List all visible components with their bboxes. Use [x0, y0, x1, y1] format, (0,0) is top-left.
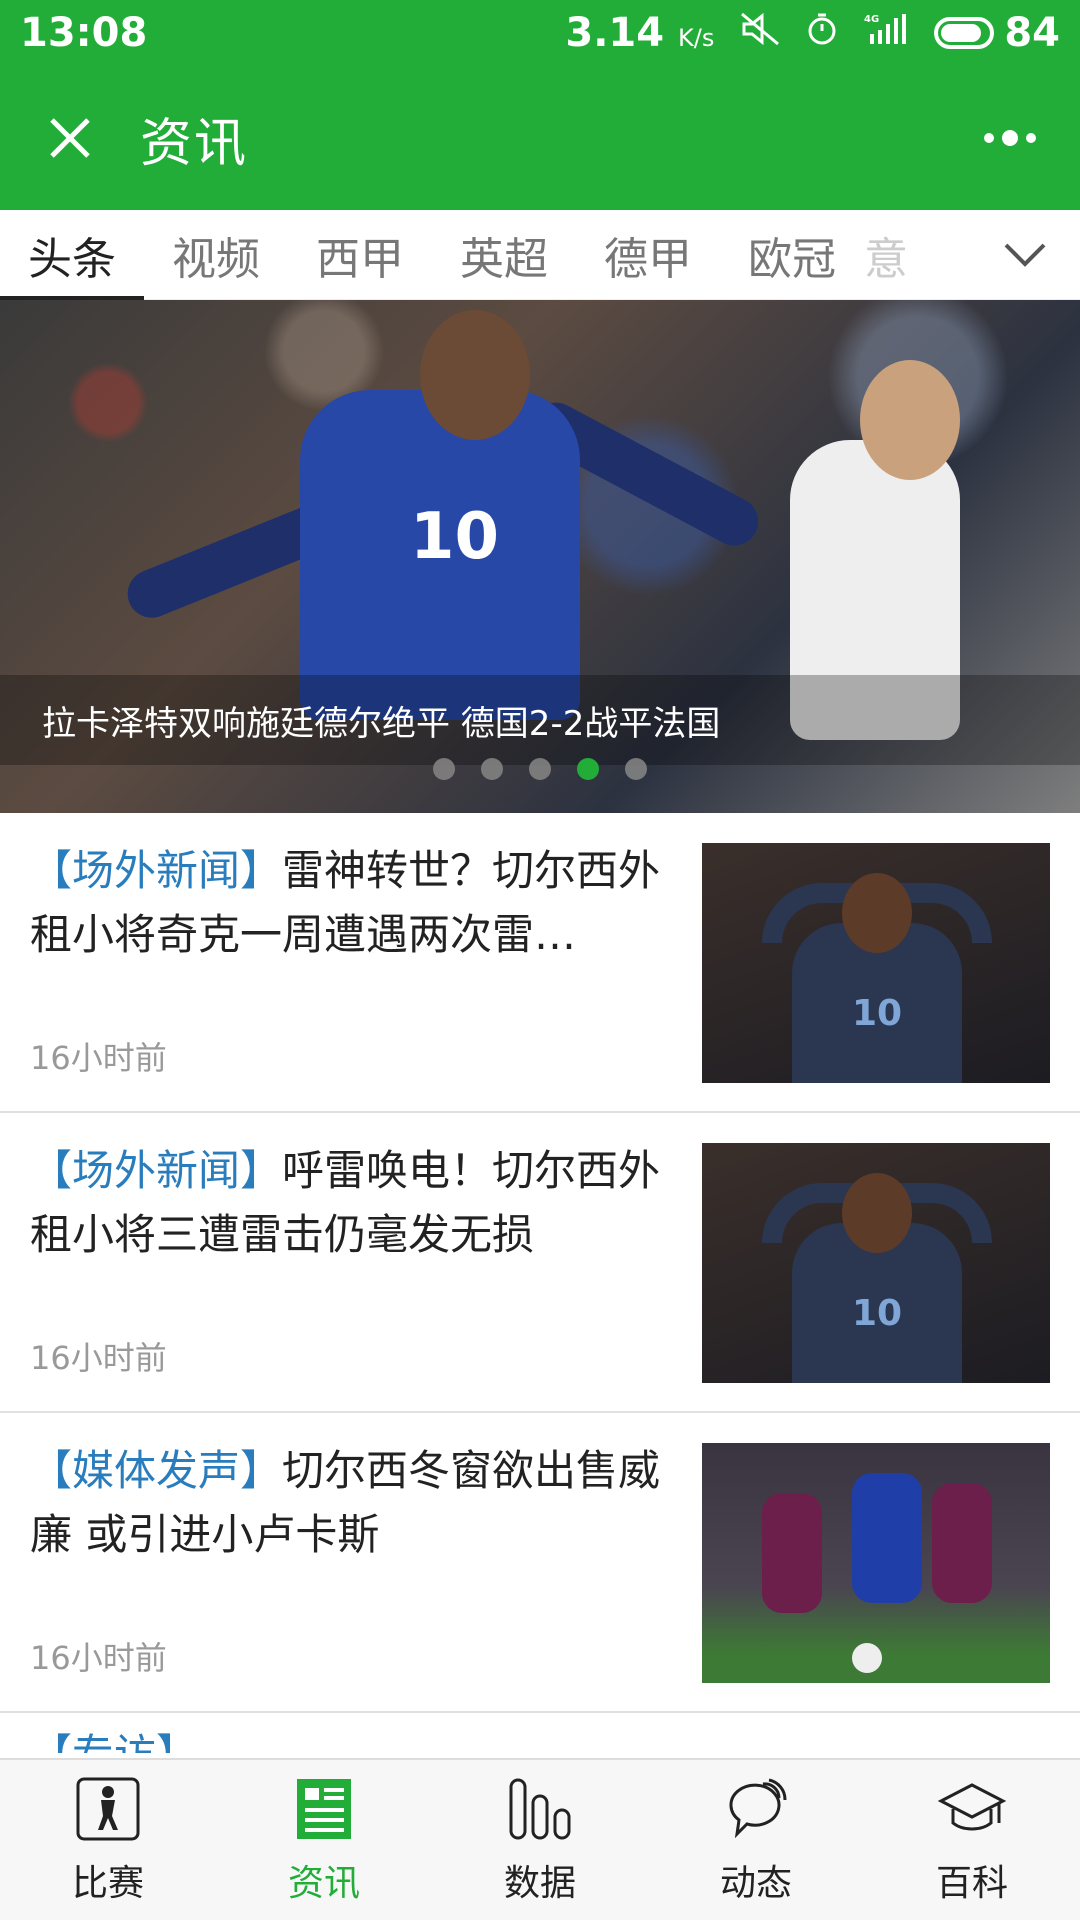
svg-text:4G: 4G — [864, 14, 879, 25]
tab-premier-league[interactable]: 英超 — [432, 210, 576, 300]
mute-icon — [740, 10, 780, 56]
news-headline: 【场外新闻】雷神转世？切尔西外租小将奇克一周遭遇两次雷… — [30, 839, 670, 967]
network-speed: 3.14 K/s — [565, 10, 714, 56]
bottom-nav: 比赛 资讯 数据 动态 百科 — [0, 1758, 1080, 1920]
news-tag: 【媒体发声】 — [30, 1446, 283, 1495]
news-item[interactable]: 【场外新闻】呼雷唤电！切尔西外租小将三遭雷击仍毫发无损 16小时前 10 — [0, 1113, 1080, 1413]
nav-label: 数据 — [503, 1863, 576, 1904]
news-tag: 【场外新闻】 — [30, 846, 283, 895]
app-header: 资讯 — [0, 66, 1080, 210]
thumbnail-player — [762, 1493, 822, 1613]
news-thumbnail: 10 — [702, 843, 1050, 1083]
banner-image-player: 10 — [300, 390, 580, 720]
signal-icon: 4G — [864, 10, 908, 56]
thumbnail-player — [852, 1473, 922, 1603]
news-item[interactable]: 【媒体发声】切尔西冬窗欲出售威廉 或引进小卢卡斯 16小时前 — [0, 1413, 1080, 1713]
nav-label: 动态 — [719, 1863, 792, 1904]
more-icon — [984, 133, 994, 143]
nav-item-matches[interactable]: 比赛 — [0, 1760, 216, 1920]
tab-bundesliga[interactable]: 德甲 — [576, 210, 720, 300]
chart-icon — [505, 1774, 575, 1844]
thumbnail-face — [842, 1173, 912, 1253]
status-bar: 13:08 3.14 K/s 4G 84 — [0, 0, 1080, 66]
nav-item-activity[interactable]: 动态 — [648, 1760, 864, 1920]
banner-indicator-active[interactable] — [577, 758, 599, 780]
battery-indicator: 84 — [934, 10, 1060, 56]
banner-indicator[interactable] — [481, 758, 503, 780]
news-tag: 【专访】 — [30, 1730, 198, 1753]
graduation-cap-icon — [937, 1774, 1007, 1844]
news-tag: 【场外新闻】 — [30, 1146, 283, 1195]
player-icon — [73, 1774, 143, 1844]
news-list: 【场外新闻】雷神转世？切尔西外租小将奇克一周遭遇两次雷… 16小时前 10 【场… — [0, 813, 1080, 1753]
banner-indicator[interactable] — [433, 758, 455, 780]
nav-label: 百科 — [935, 1863, 1008, 1904]
status-icons: 3.14 K/s 4G 84 — [565, 10, 1060, 56]
thumbnail-ball — [852, 1643, 882, 1673]
banner-indicators — [0, 758, 1080, 780]
more-icon-dot — [1002, 130, 1018, 146]
thumbnail-number: 10 — [852, 993, 903, 1034]
tab-headlines[interactable]: 头条 — [0, 210, 144, 300]
news-thumbnail: 10 — [702, 1143, 1050, 1383]
banner-image-head — [420, 310, 530, 440]
nav-label: 资讯 — [287, 1863, 360, 1904]
close-icon — [50, 118, 90, 158]
news-time: 16小时前 — [30, 1039, 167, 1077]
tab-laliga[interactable]: 西甲 — [288, 210, 432, 300]
news-thumbnail — [702, 1443, 1050, 1683]
news-time: 16小时前 — [30, 1339, 167, 1377]
banner-image-head — [860, 360, 960, 480]
more-button[interactable] — [940, 66, 1080, 210]
banner-jersey-number: 10 — [410, 500, 500, 574]
banner-caption: 拉卡泽特双响施廷德尔绝平 德国2-2战平法国 — [0, 675, 1080, 765]
thumbnail-number: 10 — [852, 1293, 903, 1334]
banner-indicator[interactable] — [529, 758, 551, 780]
network-speed-unit: K/s — [678, 24, 715, 52]
expand-tabs-button[interactable] — [970, 210, 1080, 300]
category-tabs: 头条 视频 西甲 英超 德甲 欧冠 意 — [0, 210, 1080, 300]
tab-champions-league[interactable]: 欧冠 — [720, 210, 864, 300]
news-icon — [289, 1774, 359, 1844]
alarm-icon — [806, 10, 838, 56]
news-headline: 【场外新闻】呼雷唤电！切尔西外租小将三遭雷击仍毫发无损 — [30, 1139, 670, 1267]
news-headline: 【媒体发声】切尔西冬窗欲出售威廉 或引进小卢卡斯 — [30, 1439, 670, 1567]
banner-indicator[interactable] — [625, 758, 647, 780]
tab-video[interactable]: 视频 — [144, 210, 288, 300]
battery-icon — [934, 17, 995, 49]
status-time: 13:08 — [20, 10, 148, 56]
more-icon-dot — [1026, 133, 1036, 143]
news-item[interactable]: 【场外新闻】雷神转世？切尔西外租小将奇克一周遭遇两次雷… 16小时前 10 — [0, 813, 1080, 1113]
nav-item-news[interactable]: 资讯 — [216, 1760, 432, 1920]
tab-serie-a[interactable]: 意 — [864, 210, 924, 300]
page-title: 资讯 — [140, 113, 249, 174]
thumbnail-player — [932, 1483, 992, 1603]
news-item[interactable]: 【专访】 — [0, 1713, 1080, 1753]
nav-label: 比赛 — [71, 1863, 144, 1904]
chevron-down-icon — [1004, 243, 1046, 267]
close-button[interactable] — [0, 66, 140, 210]
battery-level: 84 — [1004, 10, 1060, 56]
nav-item-wiki[interactable]: 百科 — [864, 1760, 1080, 1920]
news-time: 16小时前 — [30, 1639, 167, 1677]
nav-item-data[interactable]: 数据 — [432, 1760, 648, 1920]
chat-bubble-icon — [721, 1774, 791, 1844]
news-headline: 【专访】 — [30, 1723, 670, 1753]
network-speed-value: 3.14 — [565, 10, 665, 56]
thumbnail-face — [842, 873, 912, 953]
featured-banner[interactable]: 10 拉卡泽特双响施廷德尔绝平 德国2-2战平法国 — [0, 300, 1080, 813]
